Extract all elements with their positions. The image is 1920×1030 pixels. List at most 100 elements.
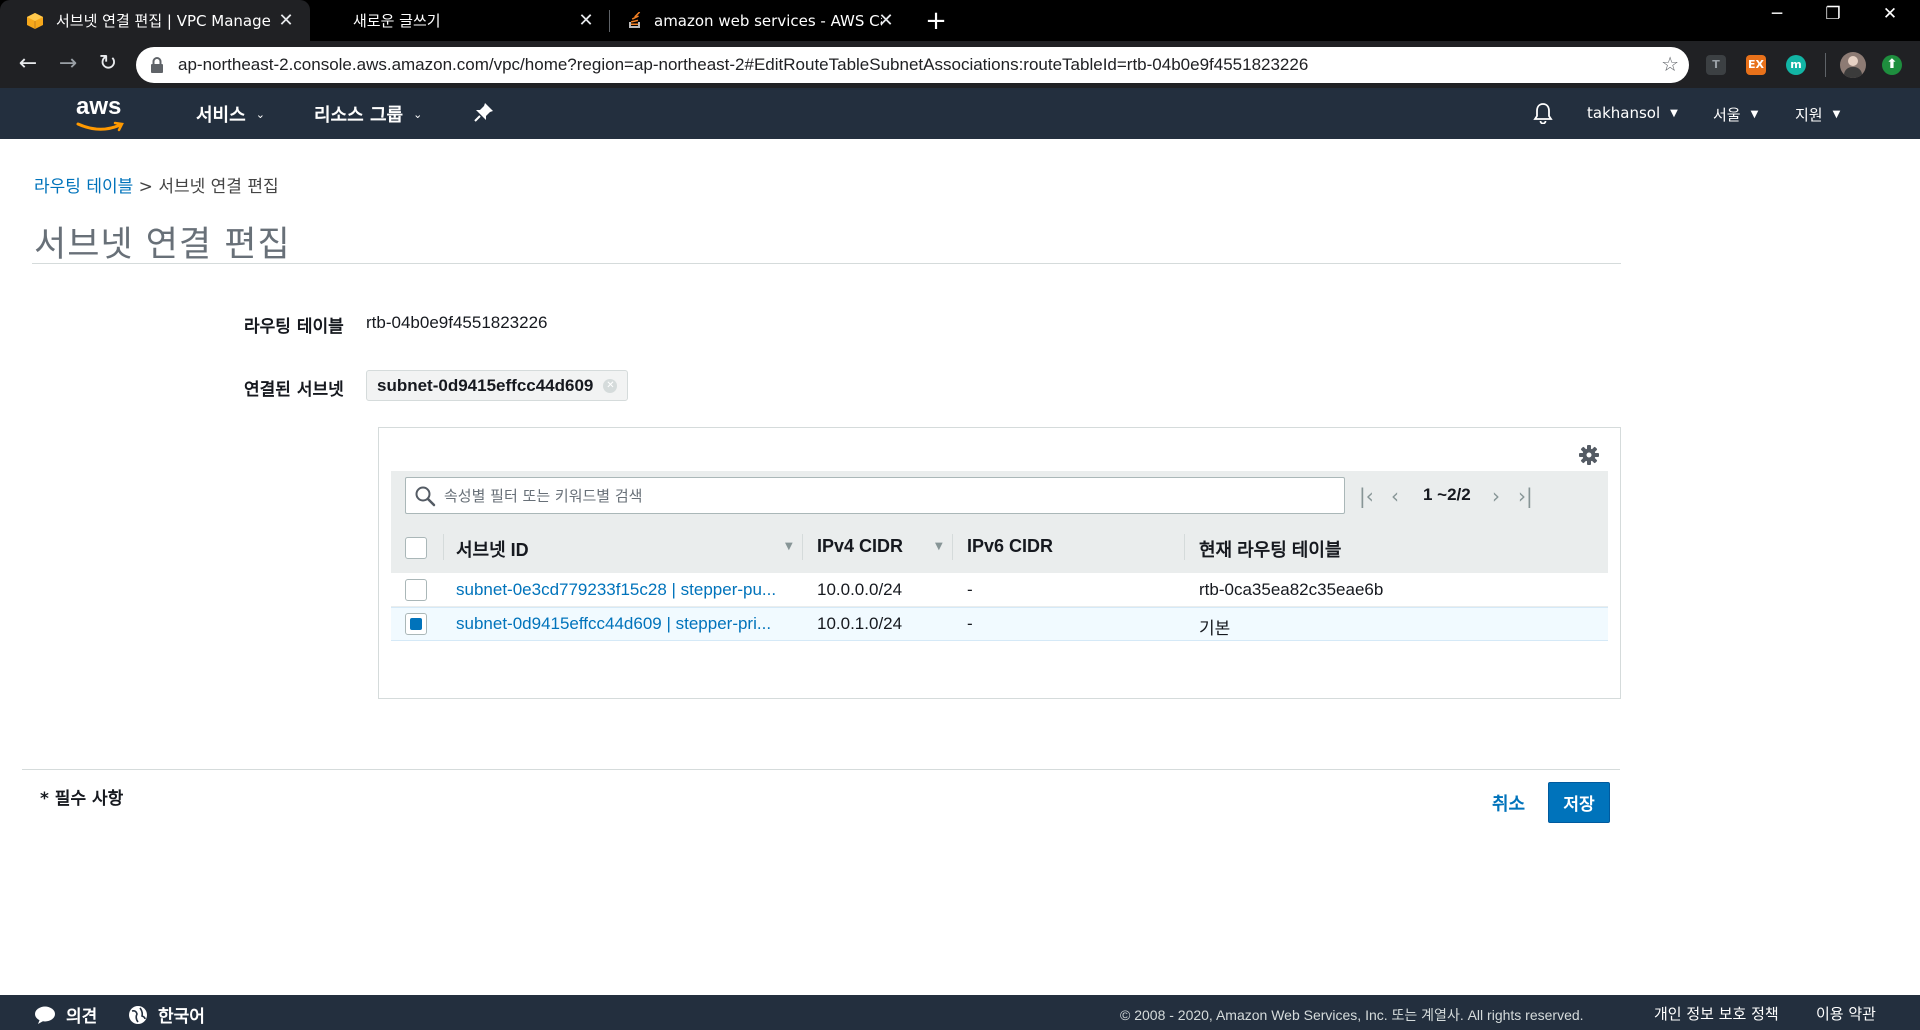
sort-caret-icon[interactable]: ▼ (935, 541, 943, 552)
m-extension-icon[interactable]: m (1786, 55, 1806, 75)
column-header-subnet-id[interactable]: 서브넷 ID (456, 536, 529, 562)
tab-vpc-manager[interactable]: 서브넷 연결 편집 | VPC Manage ✕ (0, 0, 310, 41)
column-divider (952, 534, 953, 560)
tab-title: 서브넷 연결 편집 | VPC Manage (56, 12, 271, 30)
select-all-checkbox[interactable] (405, 537, 427, 559)
ipv6-cidr-cell: - (967, 580, 973, 599)
url-text: ap-northeast-2.console.aws.amazon.com/vp… (178, 55, 1309, 74)
terms-link[interactable]: 이용 약관 (1816, 1003, 1876, 1024)
speech-bubble-icon (35, 1006, 55, 1024)
footer-divider (22, 769, 1620, 770)
language-selector[interactable]: 한국어 (128, 1002, 205, 1027)
feedback-button[interactable]: 의견 (34, 1002, 97, 1027)
route-table-cell: 기본 (1199, 619, 1231, 638)
pin-icon[interactable] (474, 102, 494, 122)
tab-title: 새로운 글쓰기 (353, 12, 441, 30)
search-input[interactable] (444, 486, 1324, 505)
breadcrumb: 라우팅 테이블 > 서브넷 연결 편집 (34, 172, 279, 197)
previous-page-icon[interactable]: ‹ (1391, 484, 1399, 508)
close-tab-icon[interactable]: ✕ (276, 10, 296, 31)
title-divider (32, 263, 1621, 264)
breadcrumb-current: 서브넷 연결 편집 (158, 177, 279, 197)
remove-token-icon[interactable]: ✕ (603, 378, 618, 393)
copyright-text: © 2008 - 2020, Amazon Web Services, Inc.… (1120, 1007, 1584, 1023)
services-label: 서비스 (196, 105, 246, 126)
save-button[interactable]: 저장 (1548, 782, 1610, 823)
cancel-button[interactable]: 취소 (1492, 790, 1525, 816)
filter-search-box[interactable] (405, 477, 1345, 514)
region-name: 서울 (1713, 106, 1741, 124)
route-table-value: rtb-04b0e9f4551823226 (366, 313, 548, 332)
column-header-ipv4-cidr[interactable]: IPv4 CIDR (817, 536, 903, 557)
profile-avatar[interactable] (1840, 52, 1866, 78)
new-tab-button[interactable]: + (922, 6, 950, 36)
feedback-label: 의견 (66, 1007, 98, 1027)
resource-groups-label: 리소스 그룹 (314, 105, 404, 126)
gear-icon[interactable] (1578, 444, 1600, 466)
route-table-cell: rtb-0ca35ea82c35eae6b (1199, 580, 1384, 599)
region-menu[interactable]: 서울 ▼ (1713, 104, 1758, 125)
tab-new-post[interactable]: 새로운 글쓰기 ✕ (325, 0, 610, 41)
update-icon[interactable]: ⬆ (1882, 55, 1902, 75)
minimize-icon[interactable]: ─ (1762, 4, 1792, 24)
support-label: 지원 (1795, 106, 1823, 124)
close-tab-icon[interactable]: ✕ (576, 10, 596, 31)
column-divider (802, 534, 803, 560)
back-icon[interactable]: ← (12, 49, 44, 81)
bookmark-star-icon[interactable]: ☆ (1661, 52, 1679, 76)
ipv6-cidr-cell: - (967, 614, 973, 633)
chevron-down-icon: ⌄ (413, 107, 423, 121)
privacy-policy-link[interactable]: 개인 정보 보호 정책 (1654, 1003, 1779, 1024)
resource-groups-menu[interactable]: 리소스 그룹 ⌄ (314, 101, 422, 127)
ipv4-cidr-cell: 10.0.1.0/24 (817, 614, 903, 633)
support-menu[interactable]: 지원 ▼ (1795, 104, 1840, 125)
services-menu[interactable]: 서비스 ⌄ (196, 101, 265, 127)
search-icon (415, 486, 436, 506)
lock-icon (151, 57, 163, 73)
associated-subnets-label: 연결된 서브넷 (244, 380, 344, 400)
restore-icon[interactable]: ❐ (1818, 4, 1848, 24)
reload-icon[interactable]: ↻ (92, 49, 124, 81)
breadcrumb-route-tables-link[interactable]: 라우팅 테이블 (34, 177, 133, 197)
token-label: subnet-0d9415effcc44d609 (377, 375, 594, 395)
aws-box-icon (27, 12, 43, 29)
caret-down-icon: ▼ (1750, 109, 1759, 120)
column-header-ipv6-cidr[interactable]: IPv6 CIDR (967, 536, 1053, 557)
required-note: * 필수 사항 (40, 789, 124, 809)
close-window-icon[interactable]: ✕ (1875, 4, 1905, 24)
bell-icon[interactable] (1532, 102, 1554, 128)
aws-logo[interactable]: aws (76, 95, 128, 132)
pagination-count: 1 ~2/2 (1423, 485, 1471, 504)
tab-title: amazon web services - AWS Ca (654, 11, 882, 30)
browser-tab-strip: 서브넷 연결 편집 | VPC Manage ✕ 새로운 글쓰기 ✕ amazo… (0, 0, 1920, 41)
close-tab-icon[interactable]: ✕ (876, 10, 896, 31)
forward-icon[interactable]: → (52, 49, 84, 81)
subnet-link[interactable]: subnet-0e3cd779233f15c28 | stepper-pu... (456, 580, 792, 600)
t-extension-icon[interactable]: T (1706, 55, 1726, 75)
row-checkbox[interactable] (405, 579, 427, 601)
address-bar[interactable]: ap-northeast-2.console.aws.amazon.com/vp… (136, 47, 1689, 83)
column-header-current-route-table[interactable]: 현재 라우팅 테이블 (1199, 536, 1341, 562)
last-page-icon[interactable]: ›| (1518, 484, 1533, 508)
row-checkbox-checked[interactable] (405, 613, 427, 635)
aws-console-header: aws 서비스 ⌄ 리소스 그룹 ⌄ takhansol ▼ 서울 ▼ 지원 ▼ (0, 88, 1920, 139)
user-menu[interactable]: takhansol ▼ (1587, 104, 1678, 122)
tab-stackoverflow[interactable]: amazon web services - AWS Ca ✕ (610, 0, 910, 41)
column-divider (443, 534, 444, 560)
route-table-label: 라우팅 테이블 (244, 317, 344, 337)
column-divider (1184, 534, 1185, 560)
aws-smile-icon (76, 121, 124, 132)
first-page-icon[interactable]: |‹ (1359, 484, 1374, 508)
next-page-icon[interactable]: › (1492, 484, 1500, 508)
stackoverflow-icon (629, 11, 641, 28)
caret-down-icon: ▼ (1832, 109, 1841, 120)
ex-extension-icon[interactable]: EX (1746, 55, 1766, 75)
user-name: takhansol (1587, 104, 1661, 122)
breadcrumb-separator: > (138, 177, 153, 197)
page-title: 서브넷 연결 편집 (34, 225, 291, 265)
subnet-link[interactable]: subnet-0d9415effcc44d609 | stepper-pri..… (456, 614, 792, 634)
caret-down-icon: ▼ (1670, 107, 1678, 119)
browser-toolbar: ← → ↻ ap-northeast-2.console.aws.amazon.… (0, 41, 1920, 88)
sort-caret-icon[interactable]: ▼ (785, 541, 793, 552)
globe-icon (129, 1005, 147, 1024)
